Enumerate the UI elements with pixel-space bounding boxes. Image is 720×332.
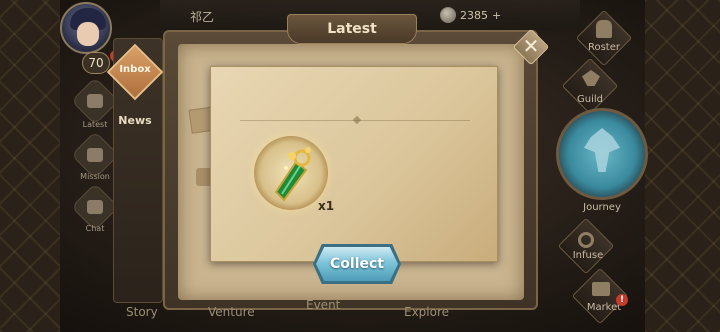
side-nav-latest[interactable]: [70, 76, 120, 126]
nav-venture[interactable]: Venture: [208, 305, 255, 319]
nav-infuse-label: Infuse: [572, 250, 604, 261]
nav-roster-label: Roster: [587, 42, 620, 53]
panel-title-plate: Latest: [287, 14, 417, 44]
jade-gold-amulet-icon: [274, 147, 311, 202]
nav-event[interactable]: Event: [306, 298, 340, 312]
player-level-badge: 70: [82, 52, 110, 74]
helmet-icon: [596, 20, 612, 38]
currency-value: 2385: [460, 8, 488, 22]
tab-inbox-label: Inbox: [119, 64, 151, 75]
avatar-face: [77, 22, 99, 46]
player-name: 祁乙: [190, 10, 215, 24]
silver-coin-icon: [440, 7, 456, 23]
player-avatar[interactable]: [60, 2, 112, 54]
side-nav-mission-label: Mission: [80, 172, 110, 181]
add-currency-icon[interactable]: +: [492, 9, 501, 22]
side-nav-chat[interactable]: [70, 182, 120, 232]
side-nav-latest-label: Latest: [82, 120, 108, 129]
right-pattern: [645, 0, 720, 332]
reward-quantity: x1: [318, 199, 335, 213]
currency-silver[interactable]: 2385 +: [440, 6, 501, 24]
close-icon: ✕: [522, 34, 540, 58]
tab-news[interactable]: News: [115, 114, 155, 127]
swirl-icon: [578, 232, 594, 248]
left-pattern: [0, 0, 60, 332]
side-nav-mission[interactable]: [70, 130, 120, 180]
collect-label: Collect: [330, 256, 384, 272]
panel-title: Latest: [327, 21, 377, 37]
scroll-icon: [70, 76, 120, 126]
nav-story[interactable]: Story: [126, 305, 158, 319]
side-nav-chat-label: Chat: [85, 224, 105, 233]
collect-button[interactable]: Collect: [316, 247, 398, 281]
nav-journey-label: Journey: [583, 202, 621, 213]
market-alert-badge: !: [616, 294, 628, 306]
mail-letter: [210, 66, 498, 262]
nav-explore[interactable]: Explore: [404, 305, 449, 319]
cart-icon: [592, 282, 610, 296]
nav-guild-label: Guild: [577, 94, 603, 105]
